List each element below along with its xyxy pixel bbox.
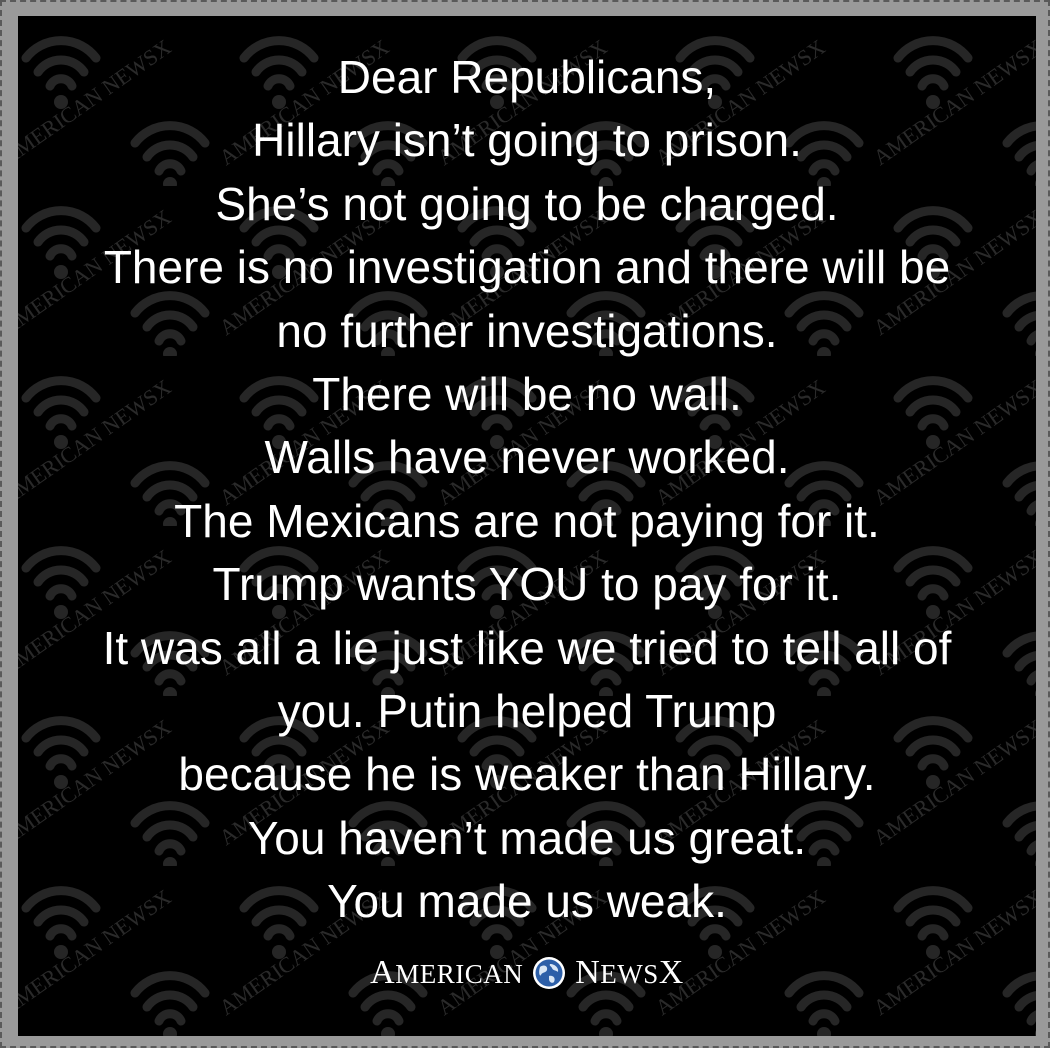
message-line: no further investigations. <box>276 304 778 357</box>
globe-icon <box>533 957 566 989</box>
message-line: She’s not going to be charged. <box>215 177 839 230</box>
message-line: because he is weaker than Hillary. <box>178 748 876 801</box>
image-frame: AMERICAN NEWSX Dear Republicans, Hillary… <box>0 0 1050 1048</box>
meme-card: AMERICAN NEWSX Dear Republicans, Hillary… <box>18 16 1036 1036</box>
message-line: Hillary isn’t going to prison. <box>252 114 802 167</box>
message-line: Trump wants YOU to pay for it. <box>212 558 842 611</box>
message-line: You made us weak. <box>327 875 727 928</box>
message-line: you. Putin helped Trump <box>277 685 777 738</box>
message-line: You haven’t made us great. <box>247 811 807 864</box>
message-line: Dear Republicans, <box>337 51 717 103</box>
message-line: Walls have never worked. <box>264 431 790 484</box>
message-line: It was all a lie just like we tried to t… <box>102 621 952 674</box>
message-line: There will be no wall. <box>312 368 742 421</box>
logo-word-newsx: NEWSX <box>575 954 684 991</box>
message-line: There is no investigation and there will… <box>103 241 951 294</box>
logo-word-american: AMERICAN <box>370 954 524 991</box>
message-line: The Mexicans are not paying for it. <box>174 494 880 547</box>
message-text: Dear Republicans, Hillary isn’t going to… <box>18 46 1036 934</box>
american-newsx-logo: AMERICAN NEWSX <box>18 954 1036 992</box>
